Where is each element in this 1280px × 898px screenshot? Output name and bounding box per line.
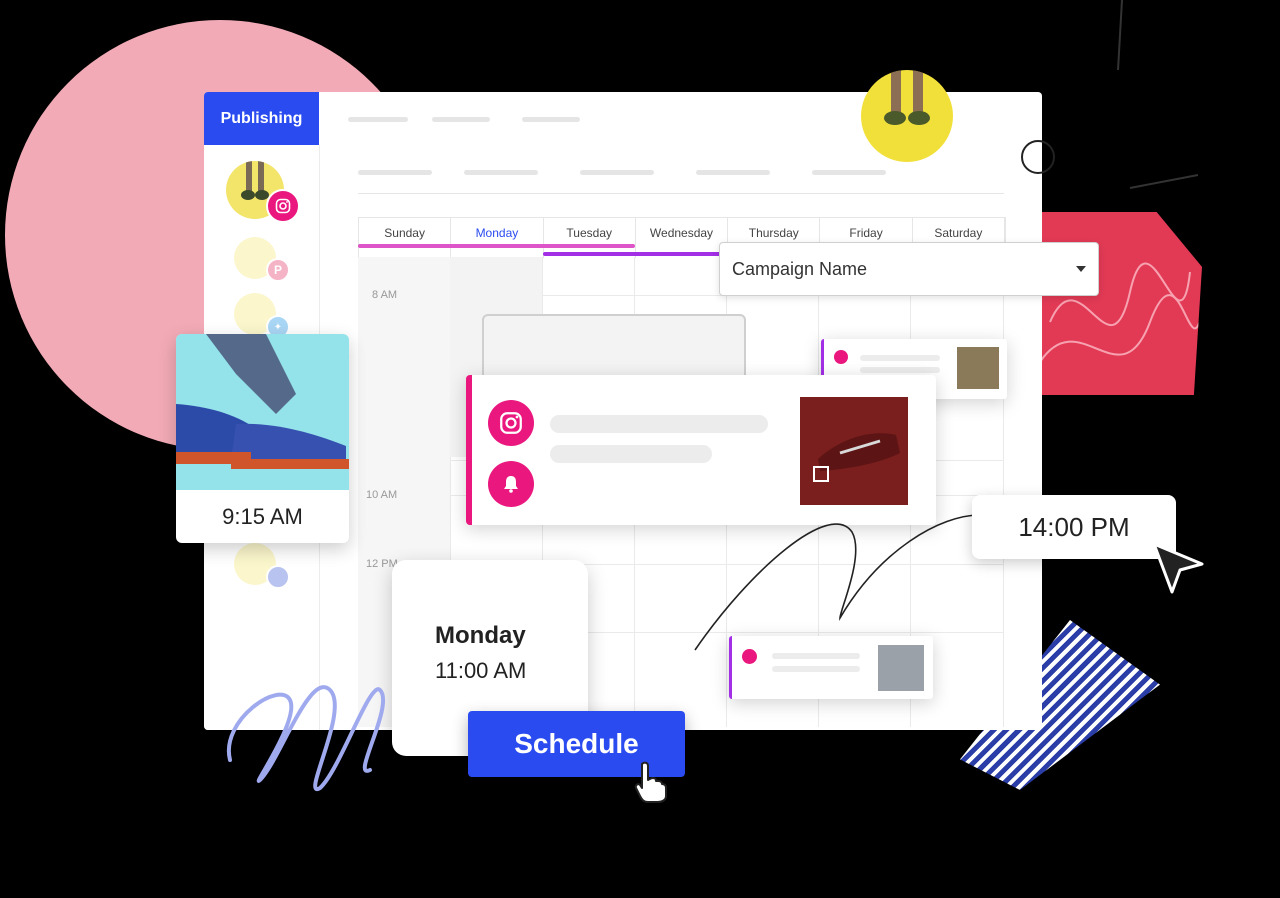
bell-icon: [488, 461, 534, 507]
time-bubble: 14:00 PM: [972, 495, 1176, 559]
scribble-decoration: [1040, 262, 1202, 363]
campaign-name-value: Campaign Name: [732, 258, 868, 279]
post-time: 9:15 AM: [222, 504, 303, 529]
time-label: 8 AM: [372, 289, 398, 301]
date-time: 11:00 AM: [435, 658, 527, 683]
text-placeholder: [860, 367, 940, 373]
text-placeholder: [550, 415, 768, 433]
background-red-shape: [1040, 212, 1202, 395]
avatar-image: [884, 70, 930, 125]
filter-placeholder[interactable]: [464, 170, 538, 175]
sneaker-photo: [176, 334, 349, 490]
filter-placeholder[interactable]: [580, 170, 654, 175]
hand-pointer-icon: [634, 761, 667, 803]
top-nav-placeholder[interactable]: [432, 117, 490, 122]
day-sunday[interactable]: Sunday: [359, 218, 452, 258]
circle-decoration: [1021, 140, 1055, 174]
loop-decoration: [226, 685, 386, 792]
text-placeholder: [860, 355, 940, 361]
divider: [358, 193, 1004, 194]
filter-placeholder[interactable]: [696, 170, 770, 175]
time-label: 10 AM: [366, 489, 398, 501]
campaign-bar-purple[interactable]: [543, 252, 723, 256]
post-thumbnail: [957, 347, 999, 389]
connector-line: [694, 514, 981, 651]
text-placeholder: [772, 666, 860, 672]
text-placeholder: [550, 445, 712, 463]
dropdown-caret-icon: [1076, 266, 1086, 272]
filter-placeholder[interactable]: [358, 170, 432, 175]
pinterest-icon: P: [266, 258, 290, 282]
campaign-name-select[interactable]: Campaign Name: [719, 242, 1099, 296]
publishing-tab[interactable]: Publishing: [204, 92, 319, 145]
filter-placeholder[interactable]: [812, 170, 886, 175]
date-day: Monday: [435, 622, 526, 649]
cursor-arrow-icon: [1152, 542, 1204, 594]
instagram-icon: [488, 400, 534, 446]
campaign-bar-pink[interactable]: [358, 244, 635, 248]
status-dot: [834, 350, 848, 364]
day-monday[interactable]: Monday: [451, 218, 544, 258]
avatar[interactable]: [861, 70, 953, 162]
instagram-icon: [266, 189, 300, 223]
top-nav-placeholder[interactable]: [522, 117, 580, 122]
profile-badge-icon: [266, 565, 290, 589]
shoe-image: [813, 433, 900, 482]
post-thumbnail: [800, 397, 908, 505]
instagram-post-card[interactable]: [466, 375, 936, 525]
photo-post-card[interactable]: 9:15 AM: [176, 334, 349, 543]
line-decoration: [1117, 0, 1199, 189]
top-nav-placeholder[interactable]: [348, 117, 408, 122]
